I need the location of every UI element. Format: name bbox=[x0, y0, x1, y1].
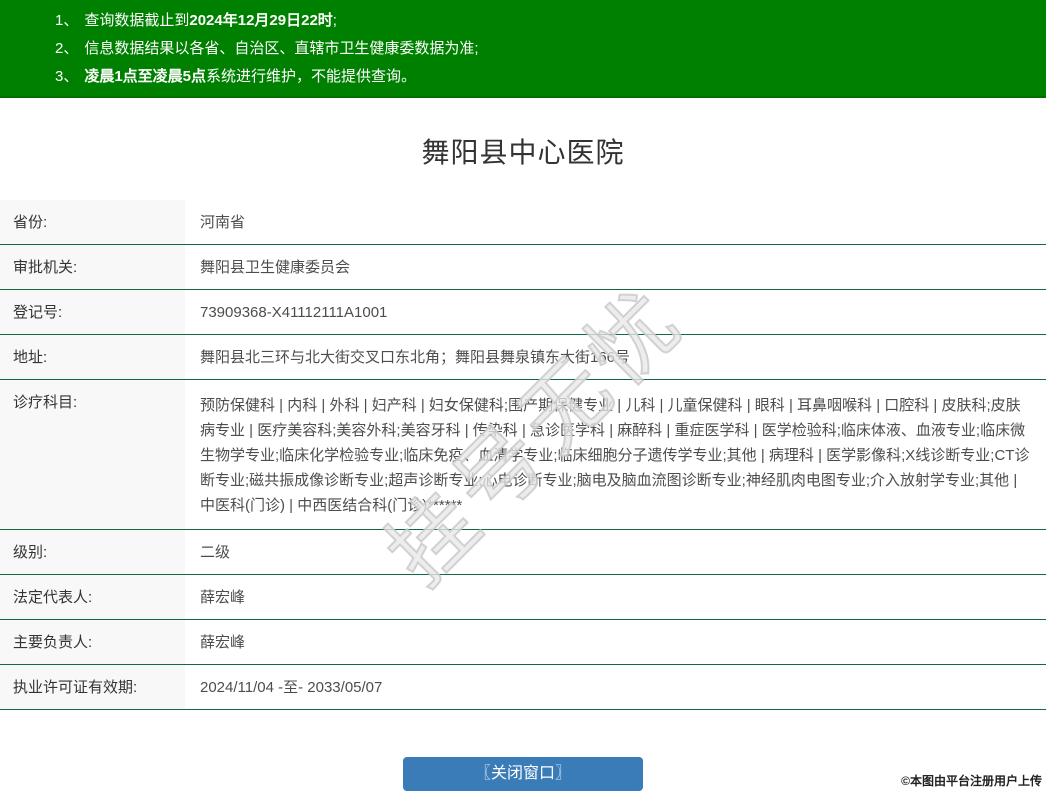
table-row-level: 级别: 二级 bbox=[0, 530, 1046, 575]
notice-text: 查询数据截止到 bbox=[84, 12, 190, 29]
field-value: 舞阳县卫生健康委员会 bbox=[200, 259, 351, 276]
notice-banner: 1、 查询数据截止到2024年12月29日22时; 2、 信息数据结果以各省、自治区… bbox=[0, 0, 1046, 98]
table-row-registration-number: 登记号: 73909368-X41112111A1001 bbox=[0, 290, 1046, 335]
table-row-legal-representative: 法定代表人: 薛宏峰 bbox=[0, 575, 1046, 620]
notice-text: ; bbox=[332, 12, 337, 29]
notice-number: 1、 bbox=[55, 12, 79, 29]
notice-text-bold: 2024年12月29日22时 bbox=[189, 12, 333, 29]
notice-text: 系统进行维护，不能提供查询。 bbox=[206, 68, 417, 85]
field-label: 主要负责人: bbox=[0, 620, 185, 664]
field-label: 法定代表人: bbox=[0, 575, 185, 619]
table-row-main-person-in-charge: 主要负责人: 薛宏峰 bbox=[0, 620, 1046, 665]
notice-line-2: 2、 信息数据结果以各省、自治区、直辖市卫生健康委数据为准; bbox=[55, 35, 1046, 63]
table-row-license-validity: 执业许可证有效期: 2024/11/04 -至- 2033/05/07 bbox=[0, 665, 1046, 710]
table-row-province: 省份: 河南省 bbox=[0, 200, 1046, 245]
table-row-address: 地址: 舞阳县北三环与北大街交叉口东北角；舞阳县舞泉镇东大街166号 bbox=[0, 335, 1046, 380]
field-value: 预防保健科 | 内科 | 外科 | 妇产科 | 妇女保健科;围产期保健专业 | … bbox=[200, 397, 1030, 514]
table-row-medical-subjects: 诊疗科目: 预防保健科 | 内科 | 外科 | 妇产科 | 妇女保健科;围产期保… bbox=[0, 380, 1046, 530]
field-label: 登记号: bbox=[0, 290, 185, 334]
page-title: 舞阳县中心医院 bbox=[421, 137, 625, 168]
field-value: 二级 bbox=[200, 544, 231, 561]
field-label: 级别: bbox=[0, 530, 185, 574]
table-row-approval-authority: 审批机关: 舞阳县卫生健康委员会 bbox=[0, 245, 1046, 290]
field-label: 审批机关: bbox=[0, 245, 185, 289]
field-label: 诊疗科目: bbox=[0, 380, 185, 529]
hospital-detail-table: 省份: 河南省 审批机关: 舞阳县卫生健康委员会 登记号: 73909368-X… bbox=[0, 200, 1046, 710]
notice-line-3: 3、 凌晨1点至凌晨5点系统进行维护，不能提供查询。 bbox=[55, 63, 1046, 91]
notice-line-1: 1、 查询数据截止到2024年12月29日22时; bbox=[55, 7, 1046, 35]
field-value: 河南省 bbox=[200, 214, 246, 231]
notice-number: 2、 bbox=[55, 40, 79, 57]
close-window-button[interactable]: 〖关闭窗口〗 bbox=[403, 757, 643, 791]
notice-number: 3、 bbox=[55, 68, 79, 85]
field-label: 执业许可证有效期: bbox=[0, 665, 185, 709]
field-value: 舞阳县北三环与北大街交叉口东北角；舞阳县舞泉镇东大街166号 bbox=[200, 349, 631, 366]
field-value: 2024/11/04 -至- 2033/05/07 bbox=[200, 679, 383, 696]
field-value: 73909368-X41112111A1001 bbox=[200, 304, 388, 321]
notice-text-bold: 凌晨1点至凌晨5点 bbox=[84, 68, 207, 85]
field-value: 薛宏峰 bbox=[200, 589, 246, 606]
button-area: 〖关闭窗口〗 bbox=[0, 757, 1046, 791]
notice-text: 信息数据结果以各省、自治区、直辖市卫生健康委数据为准; bbox=[84, 40, 479, 57]
field-label: 地址: bbox=[0, 335, 185, 379]
upload-credit-note: ©本图由平台注册用户上传 bbox=[901, 774, 1042, 788]
field-value: 薛宏峰 bbox=[200, 634, 246, 651]
field-label: 省份: bbox=[0, 200, 185, 244]
